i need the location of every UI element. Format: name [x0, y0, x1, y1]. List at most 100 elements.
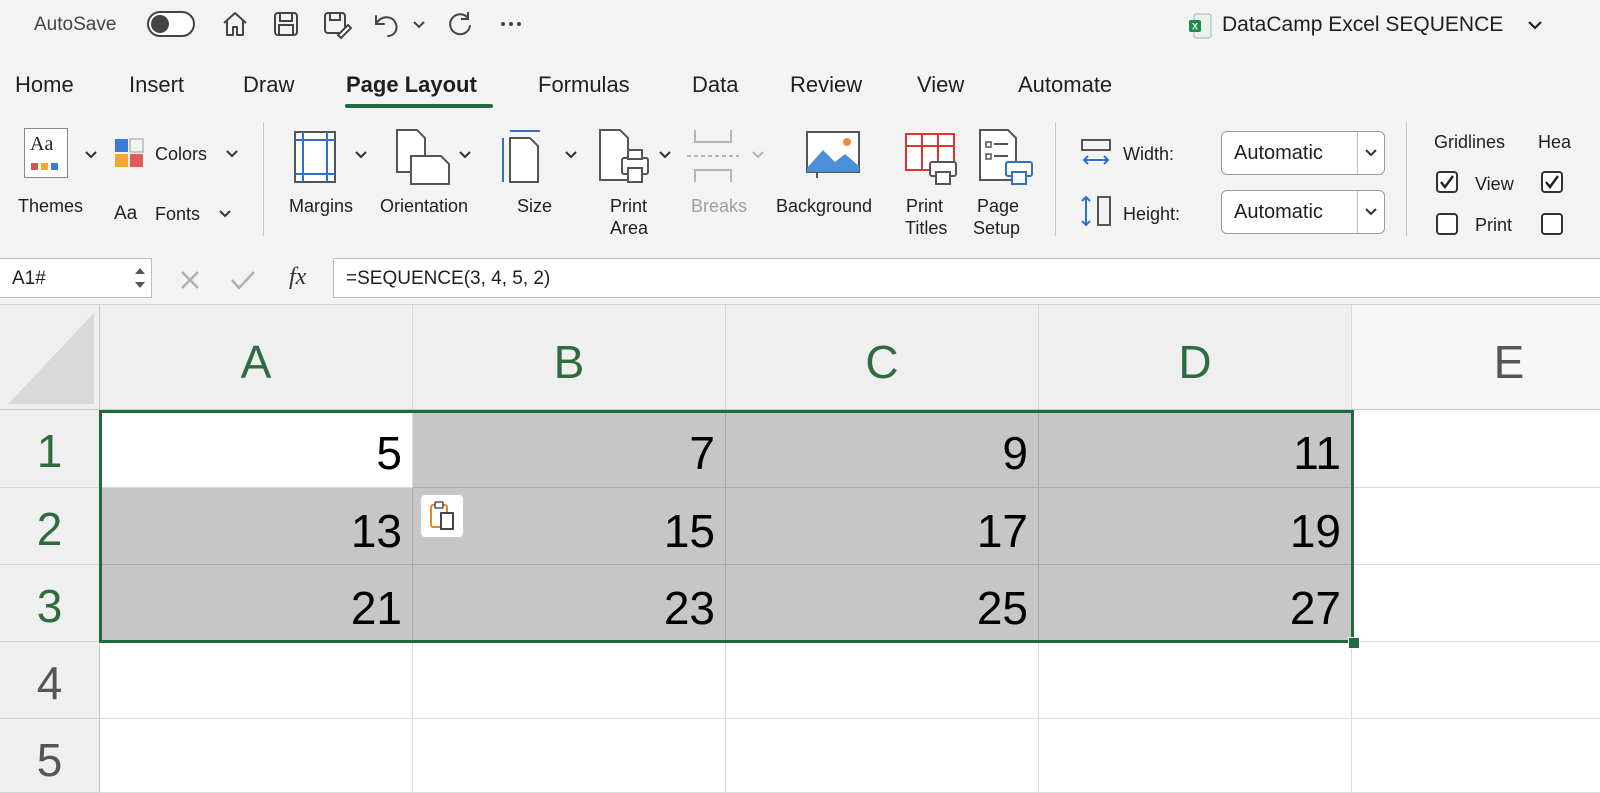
redo-icon[interactable] [444, 8, 476, 40]
cell-b3[interactable]: 23 [413, 565, 726, 642]
row-header-2[interactable]: 2 [0, 488, 100, 565]
cell-b4[interactable] [413, 642, 726, 719]
chevron-down-icon [1365, 208, 1377, 216]
cell-e3[interactable] [1352, 565, 1600, 642]
chevron-down-icon[interactable] [564, 150, 578, 160]
cell-d5[interactable] [1039, 719, 1352, 793]
cell-d2[interactable]: 19 [1039, 488, 1352, 565]
name-box-stepper-icon[interactable] [131, 260, 149, 296]
undo-icon[interactable] [370, 8, 402, 40]
cell-e1[interactable] [1352, 410, 1600, 488]
save-icon[interactable] [270, 8, 302, 40]
chevron-down-icon[interactable] [84, 150, 98, 160]
enter-check-icon[interactable] [230, 269, 256, 291]
column-header-a[interactable]: A [100, 305, 413, 410]
cell-d1[interactable]: 11 [1039, 410, 1352, 488]
page-setup-icon[interactable] [978, 128, 1034, 186]
orientation-icon[interactable] [393, 128, 451, 186]
select-all-corner[interactable] [0, 305, 100, 410]
column-header-e[interactable]: E [1352, 305, 1600, 410]
gridlines-view-checkbox[interactable] [1436, 171, 1458, 193]
tab-draw[interactable]: Draw [243, 72, 294, 98]
colors-label[interactable]: Colors [155, 143, 207, 165]
width-dropdown-arrow[interactable] [1357, 132, 1384, 174]
cell-c2[interactable]: 17 [726, 488, 1039, 565]
title-bar: AutoSave X DataCamp Excel SEQUENCE [0, 0, 1600, 52]
chevron-down-icon[interactable] [410, 8, 428, 40]
cell-b1[interactable]: 7 [413, 410, 726, 488]
insert-function-button[interactable]: fx [289, 264, 306, 291]
cell-a4[interactable] [100, 642, 413, 719]
paste-options-button[interactable] [420, 494, 464, 538]
chevron-down-icon[interactable] [458, 150, 472, 160]
tab-formulas[interactable]: Formulas [538, 72, 630, 98]
gridlines-print-checkbox[interactable] [1436, 213, 1458, 235]
height-dropdown-arrow[interactable] [1357, 191, 1384, 233]
chevron-down-icon[interactable] [658, 150, 672, 160]
headings-label: Hea [1538, 132, 1572, 152]
row-header-4[interactable]: 4 [0, 642, 100, 719]
tab-data[interactable]: Data [692, 72, 738, 98]
height-select[interactable]: Automatic [1221, 190, 1385, 234]
cell-e2[interactable] [1352, 488, 1600, 565]
background-label[interactable]: Background [776, 195, 872, 217]
cell-value: 17 [976, 505, 1028, 557]
name-box[interactable]: A1# [0, 258, 152, 298]
cell-c5[interactable] [726, 719, 1039, 793]
colors-icon[interactable] [114, 138, 144, 168]
background-icon[interactable] [805, 130, 861, 180]
fonts-label[interactable]: Fonts [155, 203, 200, 225]
cell-b5[interactable] [413, 719, 726, 793]
themes-glyph: Aa [30, 133, 54, 155]
autosave-toggle[interactable] [147, 11, 195, 37]
cell-a2[interactable]: 13 [100, 488, 413, 565]
tab-page-layout[interactable]: Page Layout [346, 72, 477, 98]
cell-value: 9 [1002, 427, 1028, 479]
ribbon-tabs: Home Insert Draw Page Layout Formulas Da… [0, 52, 1600, 112]
chevron-down-icon[interactable] [354, 150, 368, 160]
headings-print-checkbox[interactable] [1541, 213, 1563, 235]
document-title[interactable]: DataCamp Excel SEQUENCE [1222, 13, 1503, 37]
cell-d3[interactable]: 27 [1039, 565, 1352, 642]
column-header-b[interactable]: B [413, 305, 726, 410]
more-icon[interactable] [495, 8, 527, 40]
size-icon[interactable] [500, 128, 546, 186]
cell-a1[interactable]: 5 [100, 410, 413, 488]
tab-automate[interactable]: Automate [1018, 72, 1112, 98]
tab-insert[interactable]: Insert [129, 72, 184, 98]
themes-button[interactable]: Aa [24, 128, 68, 178]
print-titles-icon[interactable] [904, 132, 960, 186]
tab-home[interactable]: Home [15, 72, 74, 98]
cell-c4[interactable] [726, 642, 1039, 719]
formula-input[interactable]: =SEQUENCE(3, 4, 5, 2) [333, 258, 1600, 298]
row-header-5[interactable]: 5 [0, 719, 100, 793]
cell-e4[interactable] [1352, 642, 1600, 719]
print-area-icon[interactable] [598, 128, 654, 186]
column-header-c[interactable]: C [726, 305, 1039, 410]
ribbon-separator [263, 122, 264, 236]
cell-c3[interactable]: 25 [726, 565, 1039, 642]
cell-a3[interactable]: 21 [100, 565, 413, 642]
width-select[interactable]: Automatic [1221, 131, 1385, 175]
autosave-label: AutoSave [34, 14, 117, 35]
chevron-down-icon[interactable] [225, 149, 239, 159]
chevron-down-icon[interactable] [218, 209, 232, 219]
chevron-down-icon[interactable] [1526, 17, 1544, 33]
width-icon [1081, 139, 1111, 165]
fill-handle[interactable] [1348, 637, 1360, 649]
cancel-icon[interactable] [179, 269, 201, 291]
save-edit-icon[interactable] [320, 8, 352, 40]
formula-text: =SEQUENCE(3, 4, 5, 2) [346, 268, 551, 289]
cell-e5[interactable] [1352, 719, 1600, 793]
row-header-1[interactable]: 1 [0, 410, 100, 488]
cell-c1[interactable]: 9 [726, 410, 1039, 488]
cell-a5[interactable] [100, 719, 413, 793]
cell-d4[interactable] [1039, 642, 1352, 719]
row-header-3[interactable]: 3 [0, 565, 100, 642]
headings-view-checkbox[interactable] [1541, 171, 1563, 193]
tab-view[interactable]: View [917, 72, 964, 98]
home-icon[interactable] [219, 8, 251, 40]
margins-icon[interactable] [293, 130, 339, 184]
column-header-d[interactable]: D [1039, 305, 1352, 410]
tab-review[interactable]: Review [790, 72, 862, 98]
